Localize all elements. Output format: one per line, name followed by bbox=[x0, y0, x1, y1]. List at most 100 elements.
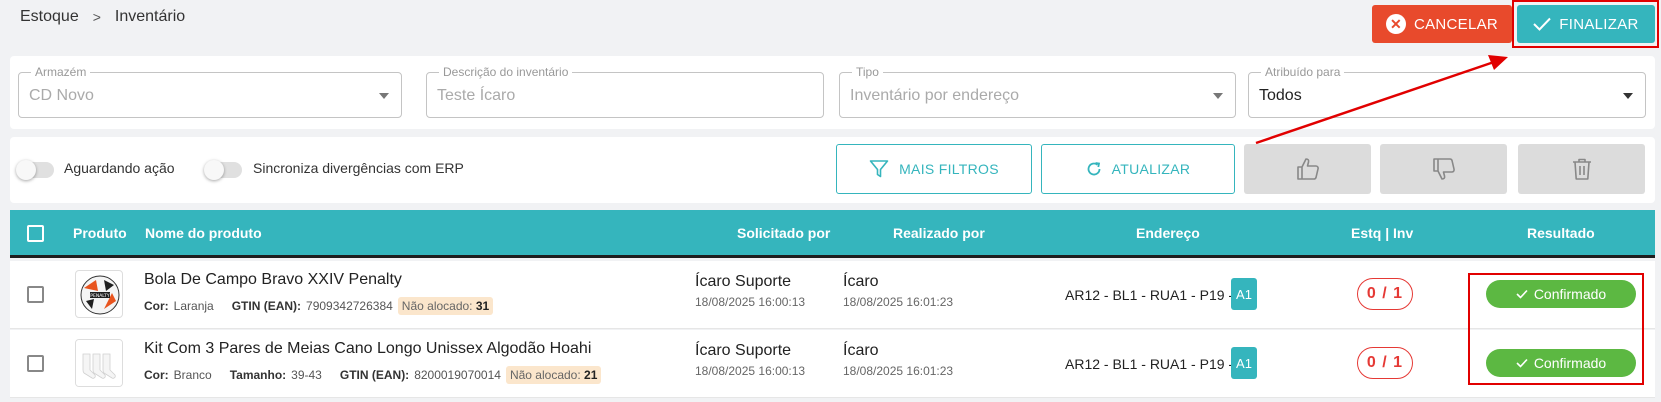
breadcrumb-separator: > bbox=[92, 9, 101, 25]
check-icon bbox=[1516, 358, 1528, 368]
unallocated-label: Não alocado: bbox=[509, 368, 581, 382]
column-header-product-name: Nome do produto bbox=[145, 225, 262, 241]
close-icon: ✕ bbox=[1385, 14, 1406, 34]
finalize-button-label: FINALIZAR bbox=[1559, 15, 1639, 33]
result-badge: Confirmado bbox=[1486, 280, 1636, 308]
product-details: Cor: Branco Tamanho: 39-43 GTIN (EAN): 8… bbox=[144, 366, 602, 384]
breadcrumb: Estoque > Inventário bbox=[20, 8, 185, 26]
color-value: Laranja bbox=[173, 299, 214, 313]
more-filters-button[interactable]: MAIS FILTROS bbox=[836, 144, 1032, 194]
product-name: Bola De Campo Bravo XXIV Penalty bbox=[144, 271, 402, 288]
stock-inv-badge: 0 / 1 bbox=[1357, 347, 1413, 379]
address-text: AR12 - BL1 - RUA1 - P19 - bbox=[1065, 287, 1234, 303]
description-value: Teste Ícaro bbox=[437, 87, 516, 104]
sync-divergences-toggle[interactable] bbox=[204, 160, 242, 180]
address-tag: A1 bbox=[1231, 278, 1257, 310]
description-label: Descrição do inventário bbox=[439, 65, 573, 79]
waiting-action-label: Aguardando ação bbox=[64, 160, 175, 176]
type-value: Inventário por endereço bbox=[850, 87, 1019, 104]
gtin-label: GTIN (EAN): bbox=[339, 368, 410, 382]
breadcrumb-item-estoque[interactable]: Estoque bbox=[20, 8, 79, 26]
color-value: Branco bbox=[173, 368, 212, 382]
refresh-icon bbox=[1086, 161, 1102, 177]
color-label: Cor: bbox=[144, 299, 169, 313]
row-checkbox[interactable] bbox=[27, 355, 44, 372]
address-tag: A1 bbox=[1231, 347, 1257, 379]
unallocated-badge: Não alocado: 31 bbox=[397, 297, 494, 315]
requested-at: 18/08/2025 16:00:13 bbox=[695, 295, 806, 309]
column-header-product: Produto bbox=[73, 225, 127, 241]
column-header-requested-by: Solicitado por bbox=[737, 225, 831, 241]
unallocated-value: 21 bbox=[584, 368, 598, 382]
column-header-result: Resultado bbox=[1527, 225, 1595, 241]
product-thumbnail bbox=[75, 339, 123, 387]
refresh-button[interactable]: ATUALIZAR bbox=[1041, 144, 1235, 194]
table-header: Produto Nome do produto Solicitado por R… bbox=[10, 210, 1655, 258]
svg-text:PENALTY: PENALTY bbox=[90, 293, 110, 299]
assigned-label: Atribuído para bbox=[1261, 65, 1345, 79]
stock-inv-badge: 0 / 1 bbox=[1357, 278, 1413, 310]
approve-button[interactable] bbox=[1244, 144, 1371, 194]
type-label: Tipo bbox=[852, 65, 883, 79]
toggle-knob bbox=[204, 160, 224, 180]
waiting-action-toggle[interactable] bbox=[16, 160, 54, 180]
result-badge: Confirmado bbox=[1486, 349, 1636, 377]
thumbs-down-icon bbox=[1431, 156, 1457, 182]
gtin-value: 7909342726384 bbox=[306, 299, 393, 313]
sync-divergences-label: Sincroniza divergências com ERP bbox=[253, 160, 464, 176]
product-thumbnail: PENALTY bbox=[75, 270, 123, 318]
performed-at: 18/08/2025 16:01:23 bbox=[843, 295, 954, 309]
filter-icon bbox=[869, 159, 889, 179]
toolbar: Aguardando ação Sincroniza divergências … bbox=[10, 137, 1655, 203]
performed-by: Ícaro bbox=[843, 273, 879, 290]
product-details: Cor: Laranja GTIN (EAN): 7909342726384 N… bbox=[144, 297, 494, 315]
table-row[interactable]: Kit Com 3 Pares de Meias Cano Longo Unis… bbox=[10, 330, 1655, 398]
soccer-ball-icon: PENALTY bbox=[76, 271, 122, 317]
cancel-button[interactable]: ✕ CANCELAR bbox=[1372, 5, 1512, 43]
description-input[interactable]: Descrição do inventário Teste Ícaro bbox=[426, 65, 824, 118]
refresh-label: ATUALIZAR bbox=[1111, 161, 1191, 177]
more-filters-label: MAIS FILTROS bbox=[899, 161, 999, 177]
finalize-button[interactable]: FINALIZAR bbox=[1517, 5, 1655, 43]
thumbs-up-icon bbox=[1295, 156, 1321, 182]
requested-by: Ícaro Suporte bbox=[695, 273, 792, 290]
assigned-value: Todos bbox=[1259, 87, 1302, 104]
dropdown-arrow-icon bbox=[379, 93, 389, 99]
warehouse-select[interactable]: Armazém CD Novo bbox=[18, 65, 402, 118]
performed-at: 18/08/2025 16:01:23 bbox=[843, 364, 954, 378]
dropdown-arrow-icon bbox=[1213, 93, 1223, 99]
column-header-address: Endereço bbox=[1136, 225, 1200, 241]
socks-icon bbox=[76, 340, 122, 386]
requested-by: Ícaro Suporte bbox=[695, 342, 792, 359]
select-all-checkbox[interactable] bbox=[27, 225, 44, 242]
type-select[interactable]: Tipo Inventário por endereço bbox=[839, 65, 1236, 118]
product-name: Kit Com 3 Pares de Meias Cano Longo Unis… bbox=[144, 340, 592, 357]
unallocated-value: 31 bbox=[475, 299, 490, 313]
unallocated-badge: Não alocado: 21 bbox=[505, 366, 602, 384]
trash-icon bbox=[1571, 157, 1593, 181]
check-icon bbox=[1516, 289, 1528, 299]
size-label: Tamanho: bbox=[229, 368, 287, 382]
size-value: 39-43 bbox=[291, 368, 322, 382]
result-label: Confirmado bbox=[1533, 355, 1607, 371]
toggle-knob bbox=[16, 160, 36, 180]
assigned-select[interactable]: Atribuído para Todos bbox=[1248, 65, 1646, 118]
reject-button[interactable] bbox=[1380, 144, 1507, 194]
check-icon bbox=[1533, 17, 1552, 31]
row-checkbox[interactable] bbox=[27, 286, 44, 303]
column-header-performed-by: Realizado por bbox=[893, 225, 985, 241]
result-label: Confirmado bbox=[1533, 286, 1607, 302]
warehouse-value: CD Novo bbox=[29, 87, 94, 104]
gtin-label: GTIN (EAN): bbox=[231, 299, 302, 313]
color-label: Cor: bbox=[144, 368, 169, 382]
dropdown-arrow-icon bbox=[1623, 93, 1633, 99]
warehouse-label: Armazém bbox=[31, 65, 91, 79]
cancel-button-label: CANCELAR bbox=[1413, 15, 1499, 33]
filter-panel: Armazém CD Novo Descrição do inventário … bbox=[10, 56, 1655, 129]
unallocated-label: Não alocado: bbox=[401, 299, 473, 313]
table-row[interactable]: PENALTY Bola De Campo Bravo XXIV Penalty… bbox=[10, 261, 1655, 329]
delete-button[interactable] bbox=[1518, 144, 1645, 194]
column-header-stock-inv: Estq | Inv bbox=[1351, 225, 1414, 241]
address-text: AR12 - BL1 - RUA1 - P19 - bbox=[1065, 356, 1234, 372]
requested-at: 18/08/2025 16:00:13 bbox=[695, 364, 806, 378]
